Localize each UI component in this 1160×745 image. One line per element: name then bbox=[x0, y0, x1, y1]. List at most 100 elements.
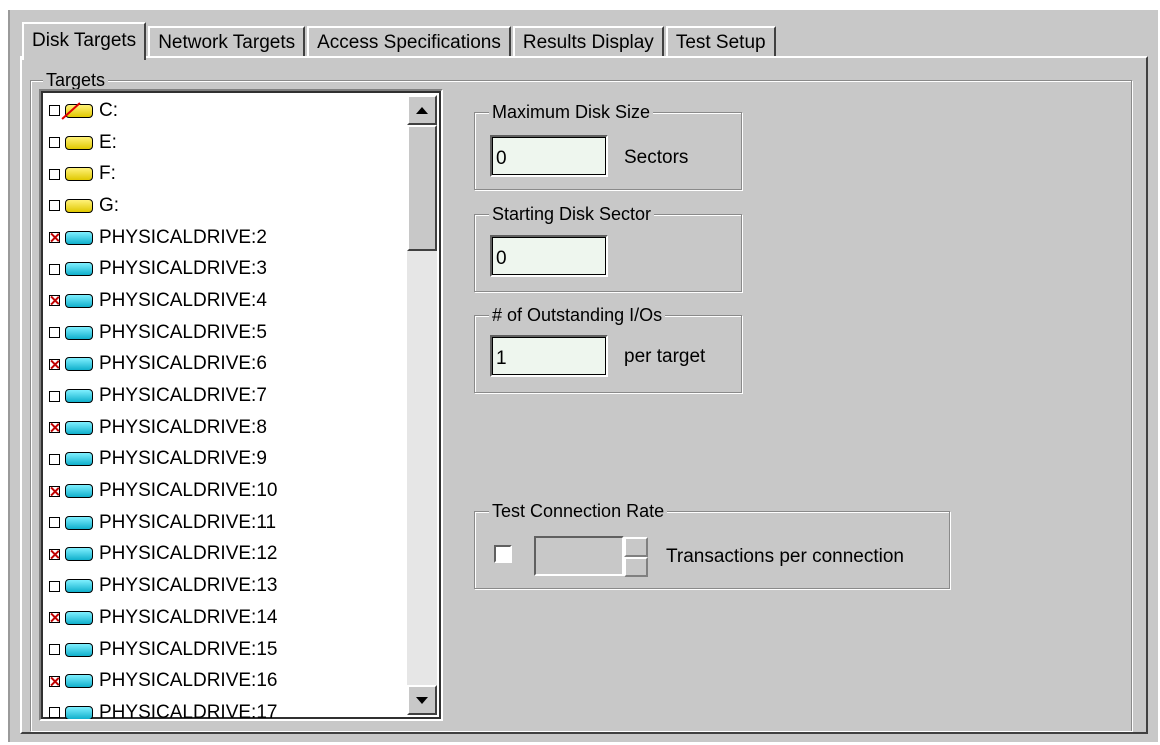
target-checkbox[interactable] bbox=[49, 295, 60, 307]
target-checkbox[interactable] bbox=[49, 485, 60, 497]
list-item[interactable]: PHYSICALDRIVE:17 bbox=[49, 697, 405, 721]
target-label: PHYSICALDRIVE:9 bbox=[99, 448, 267, 470]
scroll-thumb[interactable] bbox=[407, 125, 437, 251]
test-connection-rate-checkbox[interactable] bbox=[494, 545, 512, 563]
spin-down-button bbox=[624, 557, 648, 577]
physical-drive-icon bbox=[65, 293, 93, 308]
target-label: PHYSICALDRIVE:4 bbox=[99, 289, 267, 311]
list-item[interactable]: PHYSICALDRIVE:6 bbox=[49, 349, 405, 381]
target-checkbox[interactable] bbox=[49, 548, 60, 560]
physical-drive-icon bbox=[65, 262, 93, 277]
target-label: PHYSICALDRIVE:15 bbox=[99, 638, 278, 660]
tab-results-display[interactable]: Results Display bbox=[512, 26, 664, 58]
spin-up-button bbox=[624, 537, 648, 557]
target-checkbox[interactable] bbox=[49, 358, 60, 370]
target-checkbox[interactable] bbox=[49, 612, 60, 624]
arrow-up-icon bbox=[416, 106, 428, 114]
target-checkbox[interactable] bbox=[49, 517, 60, 529]
outstanding-ios-input[interactable] bbox=[490, 335, 608, 377]
list-item[interactable]: F: bbox=[49, 158, 405, 190]
list-item[interactable]: E: bbox=[49, 127, 405, 159]
target-checkbox[interactable] bbox=[49, 390, 60, 402]
target-label: PHYSICALDRIVE:3 bbox=[99, 258, 267, 280]
target-label: PHYSICALDRIVE:17 bbox=[99, 701, 278, 721]
list-item[interactable]: PHYSICALDRIVE:9 bbox=[49, 444, 405, 476]
logical-drive-icon bbox=[65, 167, 93, 182]
target-label: PHYSICALDRIVE:8 bbox=[99, 416, 267, 438]
physical-drive-icon bbox=[65, 610, 93, 625]
outstanding-ios-unit: per target bbox=[624, 346, 706, 367]
transactions-spinner bbox=[624, 537, 648, 577]
transactions-per-connection-label: Transactions per connection bbox=[666, 546, 904, 567]
target-label: PHYSICALDRIVE:12 bbox=[99, 543, 278, 565]
list-item[interactable]: C: bbox=[49, 95, 405, 127]
target-label: PHYSICALDRIVE:16 bbox=[99, 670, 278, 692]
physical-drive-icon bbox=[65, 452, 93, 467]
physical-drive-icon bbox=[65, 484, 93, 499]
target-checkbox[interactable] bbox=[49, 453, 60, 465]
physical-drive-icon bbox=[65, 642, 93, 657]
target-label: PHYSICALDRIVE:5 bbox=[99, 321, 267, 343]
max-disk-size-unit: Sectors bbox=[624, 147, 689, 168]
targets-list: C: E: F: G: PHYSICALDRIVE:2 PHYSICALDRIVE:3 PH… bbox=[49, 95, 405, 721]
target-checkbox[interactable] bbox=[49, 422, 60, 434]
target-label: PHYSICALDRIVE:13 bbox=[99, 575, 278, 597]
target-label: F: bbox=[99, 163, 116, 185]
list-item[interactable]: G: bbox=[49, 190, 405, 222]
list-item[interactable]: PHYSICALDRIVE:15 bbox=[49, 634, 405, 666]
scroll-down-button[interactable] bbox=[407, 685, 437, 715]
physical-drive-icon bbox=[65, 230, 93, 245]
target-checkbox[interactable] bbox=[49, 137, 60, 149]
target-checkbox[interactable] bbox=[49, 263, 60, 275]
tab-test-setup[interactable]: Test Setup bbox=[665, 26, 776, 58]
target-checkbox[interactable] bbox=[49, 200, 60, 212]
list-item[interactable]: PHYSICALDRIVE:4 bbox=[49, 285, 405, 317]
list-item[interactable]: PHYSICALDRIVE:12 bbox=[49, 539, 405, 571]
target-checkbox[interactable] bbox=[49, 580, 60, 592]
list-item[interactable]: PHYSICALDRIVE:11 bbox=[49, 507, 405, 539]
list-item[interactable]: PHYSICALDRIVE:7 bbox=[49, 380, 405, 412]
target-label: PHYSICALDRIVE:14 bbox=[99, 606, 278, 628]
list-item[interactable]: PHYSICALDRIVE:2 bbox=[49, 222, 405, 254]
targets-scrollbar[interactable] bbox=[407, 95, 437, 715]
physical-drive-icon bbox=[65, 674, 93, 689]
target-checkbox[interactable] bbox=[49, 644, 60, 656]
logical-drive-icon bbox=[65, 135, 93, 150]
physical-drive-icon bbox=[65, 579, 93, 594]
target-checkbox[interactable] bbox=[49, 707, 60, 719]
target-label: PHYSICALDRIVE:2 bbox=[99, 226, 267, 248]
starting-disk-sector-input[interactable] bbox=[490, 235, 608, 277]
target-checkbox[interactable] bbox=[49, 327, 60, 339]
list-item[interactable]: PHYSICALDRIVE:14 bbox=[49, 602, 405, 634]
tab-access-specifications[interactable]: Access Specifications bbox=[307, 26, 511, 58]
list-item[interactable]: PHYSICALDRIVE:13 bbox=[49, 570, 405, 602]
target-checkbox[interactable] bbox=[49, 232, 60, 244]
targets-listbox[interactable]: C: E: F: G: PHYSICALDRIVE:2 PHYSICALDRIVE:3 PH… bbox=[39, 89, 443, 721]
tab-strip: Disk Targets Network Targets Access Spec… bbox=[22, 18, 778, 60]
list-item[interactable]: PHYSICALDRIVE:10 bbox=[49, 475, 405, 507]
list-item[interactable]: PHYSICALDRIVE:16 bbox=[49, 665, 405, 697]
target-label: PHYSICALDRIVE:7 bbox=[99, 385, 267, 407]
target-checkbox[interactable] bbox=[49, 675, 60, 687]
target-checkbox[interactable] bbox=[49, 105, 60, 117]
max-disk-size-input[interactable] bbox=[490, 135, 608, 177]
drive-unavailable-icon bbox=[65, 103, 93, 118]
list-item[interactable]: PHYSICALDRIVE:5 bbox=[49, 317, 405, 349]
physical-drive-icon bbox=[65, 547, 93, 562]
target-label: PHYSICALDRIVE:10 bbox=[99, 480, 278, 502]
tab-network-targets[interactable]: Network Targets bbox=[148, 26, 306, 58]
list-item[interactable]: PHYSICALDRIVE:8 bbox=[49, 412, 405, 444]
target-label: PHYSICALDRIVE:11 bbox=[99, 511, 277, 533]
tab-disk-targets[interactable]: Disk Targets bbox=[22, 22, 147, 60]
outstanding-ios-title: # of Outstanding I/Os bbox=[489, 304, 666, 326]
list-item[interactable]: PHYSICALDRIVE:3 bbox=[49, 253, 405, 285]
logical-drive-icon bbox=[65, 198, 93, 213]
scroll-up-button[interactable] bbox=[407, 95, 437, 125]
target-label: E: bbox=[99, 131, 117, 153]
starting-disk-sector-title: Starting Disk Sector bbox=[489, 203, 655, 225]
physical-drive-icon bbox=[65, 325, 93, 340]
target-checkbox[interactable] bbox=[49, 168, 60, 180]
physical-drive-icon bbox=[65, 420, 93, 435]
target-label: G: bbox=[99, 194, 120, 216]
target-label: C: bbox=[99, 99, 118, 121]
